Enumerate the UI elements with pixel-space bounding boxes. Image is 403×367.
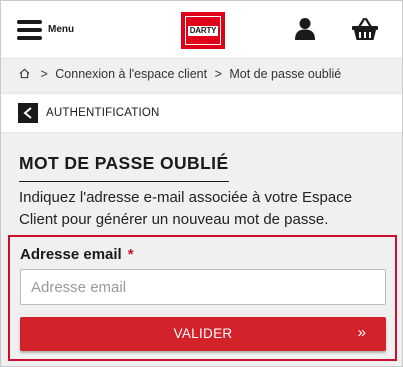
menu-button[interactable]: Menu — [17, 18, 77, 42]
validate-button[interactable]: VALIDER » — [20, 317, 386, 351]
breadcrumb-separator: > — [214, 67, 222, 81]
back-button[interactable] — [18, 103, 38, 123]
double-chevron-right-icon: » — [357, 324, 366, 341]
page-title: MOT DE PASSE OUBLIÉ — [19, 153, 229, 182]
header: Menu DARTY — [1, 1, 402, 59]
email-input[interactable] — [20, 269, 386, 305]
basket-icon[interactable] — [351, 17, 379, 41]
user-icon[interactable] — [294, 17, 316, 41]
chevron-left-icon — [23, 107, 32, 119]
logo-frame: DARTY — [185, 16, 221, 45]
logo-text: DARTY — [189, 26, 217, 35]
home-icon[interactable] — [19, 68, 30, 79]
page-frame: Menu DARTY > Connexion à l'espace client… — [0, 0, 403, 367]
menu-label: Menu — [48, 24, 75, 35]
auth-bar: AUTHENTIFICATION — [1, 93, 402, 133]
logo-band: DARTY — [188, 26, 218, 36]
intro-text: Indiquez l'adresse e-mail associée à vot… — [19, 189, 353, 228]
validate-label: VALIDER — [173, 326, 233, 341]
breadcrumb-separator: > — [40, 67, 48, 81]
required-mark: * — [127, 246, 134, 263]
reset-password-form: Adresse email * VALIDER » — [8, 235, 397, 361]
hamburger-icon — [17, 20, 42, 40]
breadcrumb-item-login[interactable]: Connexion à l'espace client — [55, 67, 207, 81]
breadcrumb: > Connexion à l'espace client > Mot de p… — [19, 67, 341, 85]
email-label-text: Adresse email — [20, 246, 122, 263]
breadcrumb-item-current: Mot de passe oublié — [229, 67, 342, 81]
email-label: Adresse email * — [20, 246, 134, 263]
auth-label: AUTHENTIFICATION — [46, 107, 160, 119]
darty-logo[interactable]: DARTY — [181, 12, 225, 49]
